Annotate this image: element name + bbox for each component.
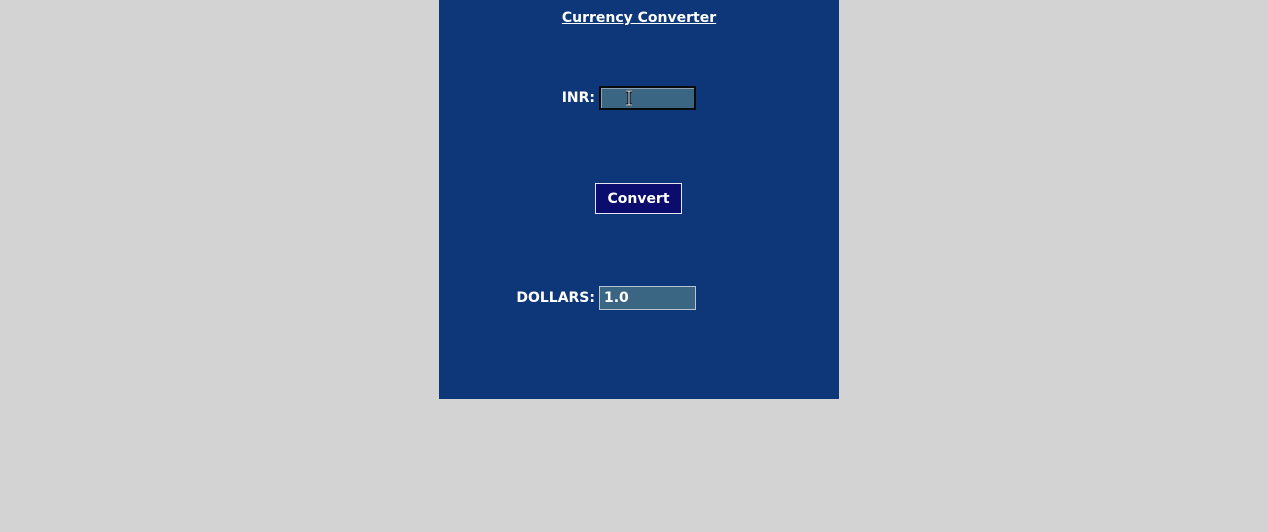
inr-input[interactable]	[599, 86, 696, 110]
convert-button[interactable]: Convert	[595, 183, 682, 214]
dollars-output[interactable]	[599, 286, 696, 310]
currency-converter-window: Currency Converter INR: Convert DOLLARS:	[439, 0, 839, 399]
inr-label: INR:	[561, 90, 595, 106]
dollars-label: DOLLARS:	[516, 290, 595, 306]
window-title: Currency Converter	[561, 10, 717, 26]
